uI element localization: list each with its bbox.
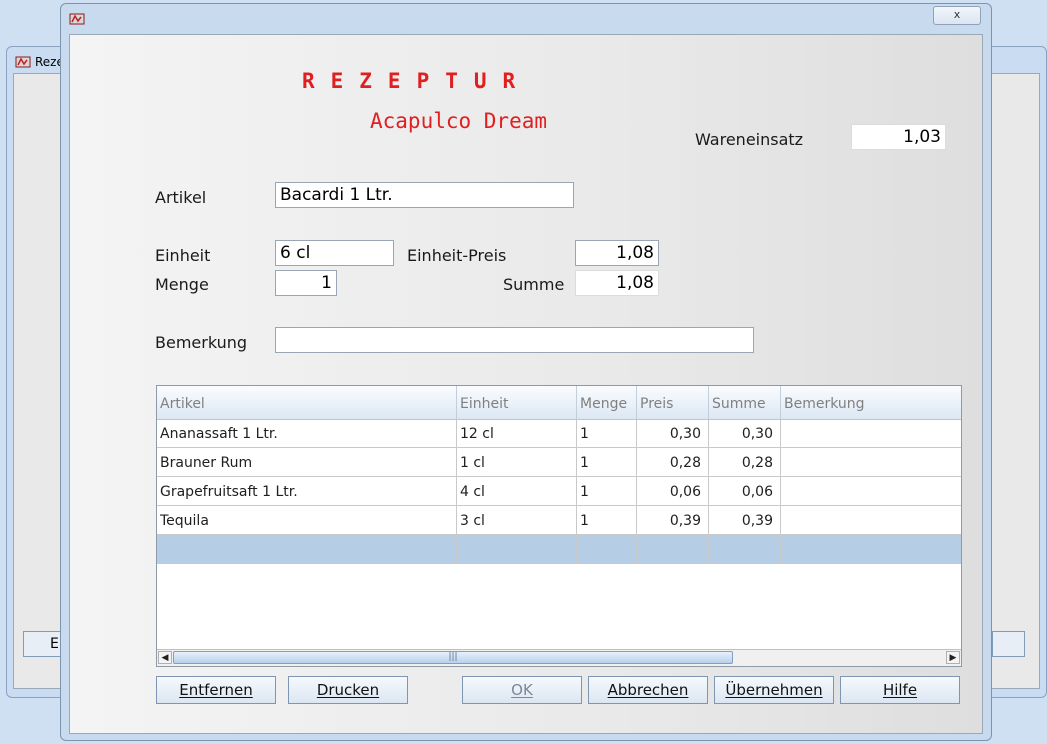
- uebernehmen-button[interactable]: Übernehmen: [714, 676, 834, 704]
- cell-artikel: [157, 535, 457, 563]
- cell-preis: 0,39: [637, 506, 709, 534]
- cell-preis: [637, 535, 709, 563]
- recipe-table: Artikel Einheit Menge Preis Summe Bemerk…: [156, 385, 962, 667]
- cell-bemerkung: [781, 506, 961, 534]
- einheit-label: Einheit: [155, 246, 211, 265]
- cell-artikel: Brauner Rum: [157, 448, 457, 476]
- cell-summe: 0,30: [709, 419, 781, 447]
- cell-menge: 1: [577, 477, 637, 505]
- menge-field[interactable]: 1: [275, 270, 337, 296]
- entfernen-button[interactable]: Entfernen: [156, 676, 276, 704]
- bemerkung-field[interactable]: [275, 327, 754, 353]
- wareneinsatz-label: Wareneinsatz: [695, 130, 804, 149]
- summe-field: 1,08: [575, 270, 659, 296]
- background-button-right[interactable]: [992, 631, 1025, 657]
- scroll-right-icon[interactable]: ▶: [946, 651, 960, 664]
- app-icon: [15, 54, 31, 73]
- cell-bemerkung: [781, 477, 961, 505]
- recipe-name: Acapulco Dream: [370, 109, 548, 133]
- drucken-button[interactable]: Drucken: [288, 676, 408, 704]
- wareneinsatz-field: 1,03: [851, 124, 946, 150]
- cell-artikel: Tequila: [157, 506, 457, 534]
- cell-einheit: 3 cl: [457, 506, 577, 534]
- table-row[interactable]: Ananassaft 1 Ltr. 12 cl 1 0,30 0,30: [157, 419, 961, 448]
- dialog-client: REZEPTUR Acapulco Dream Wareneinsatz 1,0…: [69, 34, 983, 734]
- column-header-summe[interactable]: Summe: [709, 386, 781, 419]
- cell-preis: 0,30: [637, 419, 709, 447]
- table-row[interactable]: Brauner Rum 1 cl 1 0,28 0,28: [157, 448, 961, 477]
- page-title: REZEPTUR: [302, 69, 532, 93]
- summe-label: Summe: [503, 275, 565, 294]
- cell-menge: 1: [577, 506, 637, 534]
- cell-einheit: 12 cl: [457, 419, 577, 447]
- scrollbar-thumb[interactable]: |||: [173, 651, 733, 664]
- einheit-field[interactable]: 6 cl: [275, 240, 394, 266]
- column-header-menge[interactable]: Menge: [577, 386, 637, 419]
- table-row[interactable]: Tequila 3 cl 1 0,39 0,39: [157, 506, 961, 535]
- app-icon: [69, 11, 85, 30]
- column-header-preis[interactable]: Preis: [637, 386, 709, 419]
- cell-summe: 0,06: [709, 477, 781, 505]
- rezeptur-dialog: x REZEPTUR Acapulco Dream Wareneinsatz 1…: [60, 3, 992, 741]
- hilfe-button[interactable]: Hilfe: [840, 676, 960, 704]
- cell-summe: 0,28: [709, 448, 781, 476]
- cell-einheit: [457, 535, 577, 563]
- abbrechen-button[interactable]: Abbrechen: [588, 676, 708, 704]
- cell-bemerkung: [781, 535, 961, 563]
- column-header-bemerkung[interactable]: Bemerkung: [781, 386, 961, 419]
- ok-button[interactable]: OK: [462, 676, 582, 704]
- cell-menge: [577, 535, 637, 563]
- cell-bemerkung: [781, 419, 961, 447]
- table-row-selected[interactable]: [157, 535, 961, 564]
- cell-summe: 0,39: [709, 506, 781, 534]
- cell-menge: 1: [577, 419, 637, 447]
- horizontal-scrollbar[interactable]: ◀ ||| ▶: [157, 649, 961, 666]
- column-header-einheit[interactable]: Einheit: [457, 386, 577, 419]
- menge-label: Menge: [155, 275, 209, 294]
- cell-artikel: Ananassaft 1 Ltr.: [157, 419, 457, 447]
- cell-menge: 1: [577, 448, 637, 476]
- cell-preis: 0,06: [637, 477, 709, 505]
- cell-einheit: 1 cl: [457, 448, 577, 476]
- close-icon: x: [953, 8, 961, 21]
- close-button[interactable]: x: [933, 6, 981, 25]
- table-header: Artikel Einheit Menge Preis Summe Bemerk…: [157, 386, 961, 420]
- cell-preis: 0,28: [637, 448, 709, 476]
- cell-artikel: Grapefruitsaft 1 Ltr.: [157, 477, 457, 505]
- table-row[interactable]: Grapefruitsaft 1 Ltr. 4 cl 1 0,06 0,06: [157, 477, 961, 506]
- bemerkung-label: Bemerkung: [155, 333, 248, 352]
- artikel-field[interactable]: Bacardi 1 Ltr.: [275, 182, 574, 208]
- scroll-left-icon[interactable]: ◀: [158, 651, 172, 664]
- cell-bemerkung: [781, 448, 961, 476]
- column-header-artikel[interactable]: Artikel: [157, 386, 457, 419]
- artikel-label: Artikel: [155, 188, 207, 207]
- einheit-preis-label: Einheit-Preis: [407, 246, 507, 265]
- cell-summe: [709, 535, 781, 563]
- cell-einheit: 4 cl: [457, 477, 577, 505]
- einheit-preis-field[interactable]: 1,08: [575, 240, 659, 266]
